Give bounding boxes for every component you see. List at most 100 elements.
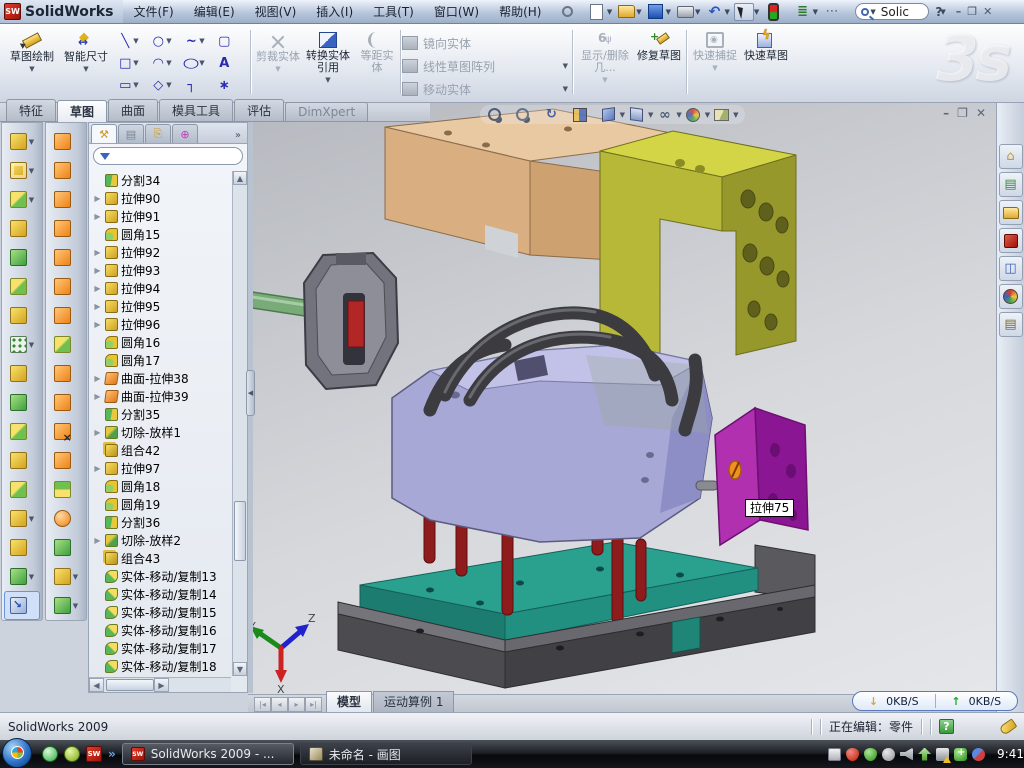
dropdown-caret-icon[interactable]: ▼ — [754, 8, 759, 16]
edit-appearance-icon[interactable] — [685, 106, 702, 123]
fillet-icon[interactable]: ▼ — [2, 185, 42, 214]
dropdown-caret-icon[interactable]: ▼ — [813, 8, 818, 16]
tree-item[interactable]: ▶ 组合43 — [91, 549, 231, 567]
tree-item[interactable]: ▶ 拉伸95 — [91, 297, 231, 315]
ellipse-tool[interactable]: ○ ▼ — [178, 52, 211, 74]
expand-arrow-icon[interactable]: ▶ — [93, 302, 102, 311]
search-caret-icon[interactable]: ▼ — [870, 8, 875, 16]
start-button[interactable] — [2, 738, 32, 768]
tab-nav-button[interactable]: ▸ — [288, 697, 305, 712]
tree-item[interactable]: ▶ 实体-移动/复制13 — [91, 567, 231, 585]
split-icon[interactable]: ▼ — [2, 417, 42, 446]
options-icon[interactable] — [793, 3, 813, 21]
print-icon[interactable] — [675, 3, 695, 21]
expand-arrow-icon[interactable]: ▶ — [93, 536, 102, 545]
tree-item[interactable]: ▶ 分割36 — [91, 513, 231, 531]
zoom-fit-icon[interactable] — [486, 106, 503, 123]
tree-item[interactable]: ▶ 分割35 — [91, 405, 231, 423]
tree-vertical-scrollbar[interactable]: ▲ ▼ — [232, 171, 247, 676]
arc-tool[interactable]: ◠ ▼ — [145, 52, 178, 74]
dome-icon[interactable]: ▼ — [2, 301, 42, 330]
tree-item[interactable]: ▶ 实体-移动/复制17 — [91, 639, 231, 657]
security-plus-tray-icon[interactable] — [954, 748, 967, 761]
menu-item[interactable]: 视图(V) — [245, 0, 307, 23]
dropdown-caret-icon[interactable]: ▼ — [607, 8, 612, 16]
text-tool[interactable]: A ▼ — [211, 52, 244, 74]
tree-item[interactable]: ▶ 实体-移动/复制16 — [91, 621, 231, 639]
solidworks-toolbox-icon[interactable] — [999, 228, 1023, 253]
messenger-quicklaunch-icon[interactable] — [42, 746, 58, 762]
keyboard-tray-icon[interactable] — [828, 748, 841, 761]
slot-tool[interactable]: ▭ ▼ — [112, 74, 145, 96]
revolved-surface-icon[interactable]: ▼ — [46, 156, 86, 185]
expand-arrow-icon[interactable]: ▶ — [93, 266, 102, 275]
select-icon[interactable] — [734, 3, 754, 21]
hide-show-items-icon[interactable] — [656, 106, 673, 123]
scroll-down-icon[interactable]: ▼ — [233, 662, 247, 676]
doc-restore-button[interactable]: ❐ — [957, 106, 968, 120]
restore-button[interactable]: ❐ — [967, 5, 977, 18]
replace-face-icon[interactable]: ▼ — [46, 446, 86, 475]
tree-item[interactable]: ▶ 实体-移动/复制18 — [91, 657, 231, 675]
tree-item[interactable]: ▶ 圆角17 — [91, 351, 231, 369]
expand-arrow-icon[interactable]: ▶ — [93, 464, 102, 473]
open-icon[interactable] — [616, 3, 636, 21]
view-orientation-icon[interactable] — [600, 106, 617, 123]
convert-entities-button[interactable]: 转换实体引用 ▼ — [302, 32, 354, 86]
menu-item[interactable]: 帮助(H) — [489, 0, 551, 23]
new-document-icon[interactable] — [587, 3, 607, 21]
menu-item[interactable]: 编辑(E) — [184, 0, 245, 23]
move-copy-body-icon[interactable]: ▼ — [2, 475, 42, 504]
parting-line-icon[interactable]: ▼ — [46, 475, 86, 504]
extruded-boss-icon[interactable]: ▼ — [2, 127, 42, 156]
freeform-icon[interactable]: ▼ — [46, 330, 86, 359]
save-icon[interactable] — [646, 3, 666, 21]
tree-item[interactable]: ▶ 切除-放样2 — [91, 531, 231, 549]
solidworks-quicklaunch-icon[interactable]: SW — [86, 746, 102, 762]
menu-item[interactable]: 工具(T) — [363, 0, 424, 23]
tree-item[interactable]: ▶ 圆角16 — [91, 333, 231, 351]
appearances-scenes-icon[interactable] — [999, 284, 1023, 309]
tree-item[interactable]: ▶ 拉伸93 — [91, 261, 231, 279]
tree-item[interactable]: ▶ 切除-放样1 — [91, 423, 231, 441]
tree-item[interactable]: ▶ 拉伸92 — [91, 243, 231, 261]
repair-sketch-button[interactable]: 修复草图 — [636, 32, 682, 62]
point-tool[interactable]: ∗ ▼ — [211, 74, 244, 96]
expand-arrow-icon[interactable]: ▶ — [93, 392, 102, 401]
extend-surface-icon[interactable]: ▼ — [46, 388, 86, 417]
delete-body-icon[interactable]: ▼ — [2, 504, 42, 533]
propertymanager-tab[interactable]: ▤ — [118, 124, 144, 143]
dropdown-caret-icon[interactable]: ▼ — [636, 8, 641, 16]
dimension-caret-icon[interactable]: ▼ — [60, 63, 112, 75]
network-warning-tray-icon[interactable] — [936, 748, 949, 761]
section-view-icon[interactable] — [571, 106, 588, 123]
rotate-view-icon[interactable] — [543, 106, 560, 123]
search-input[interactable]: ▼ Solic — [855, 3, 929, 20]
tab-nav-button[interactable]: ▸| — [305, 697, 322, 712]
expand-arrow-icon[interactable]: ▶ — [93, 212, 102, 221]
tree-item[interactable]: ▶ 组合42 — [91, 441, 231, 459]
tooling-split-icon[interactable]: ▼ — [46, 533, 86, 562]
command-tab[interactable]: 模具工具 — [159, 99, 233, 121]
swept-boss-icon[interactable]: ▼ — [2, 214, 42, 243]
tree-item[interactable]: ▶ 圆角15 — [91, 225, 231, 243]
zoom-area-icon[interactable] — [514, 106, 531, 123]
extruded-cut-icon[interactable]: ▼ — [2, 156, 42, 185]
menu-item[interactable]: 文件(F) — [123, 0, 183, 23]
knit-surface-icon[interactable]: ▼ — [46, 359, 86, 388]
model-tab[interactable]: 模型 — [326, 691, 372, 712]
configurationmanager-tab[interactable]: ⎘ — [145, 124, 171, 143]
display-style-icon[interactable] — [628, 106, 645, 123]
tree-item[interactable]: ▶ 拉伸97 — [91, 459, 231, 477]
scroll-thumb[interactable] — [106, 679, 154, 691]
expand-arrow-icon[interactable]: ▶ — [93, 284, 102, 293]
planar-surface-icon[interactable]: ▼ — [46, 301, 86, 330]
user-switch-tray-icon[interactable] — [972, 748, 985, 761]
expand-arrow-icon[interactable]: ▶ — [93, 248, 102, 257]
solidworks-resources-icon[interactable]: ⌂ — [999, 144, 1023, 169]
lofted-surface-icon[interactable]: ▼ — [46, 214, 86, 243]
close-button[interactable]: ✕ — [983, 5, 992, 18]
sketch-fillet-tool[interactable]: ┐ ▼ — [178, 74, 211, 96]
taskbar-window-button[interactable]: SW SolidWorks 2009 - ... — [122, 743, 294, 765]
tree-item[interactable]: ▶ 圆角19 — [91, 495, 231, 513]
